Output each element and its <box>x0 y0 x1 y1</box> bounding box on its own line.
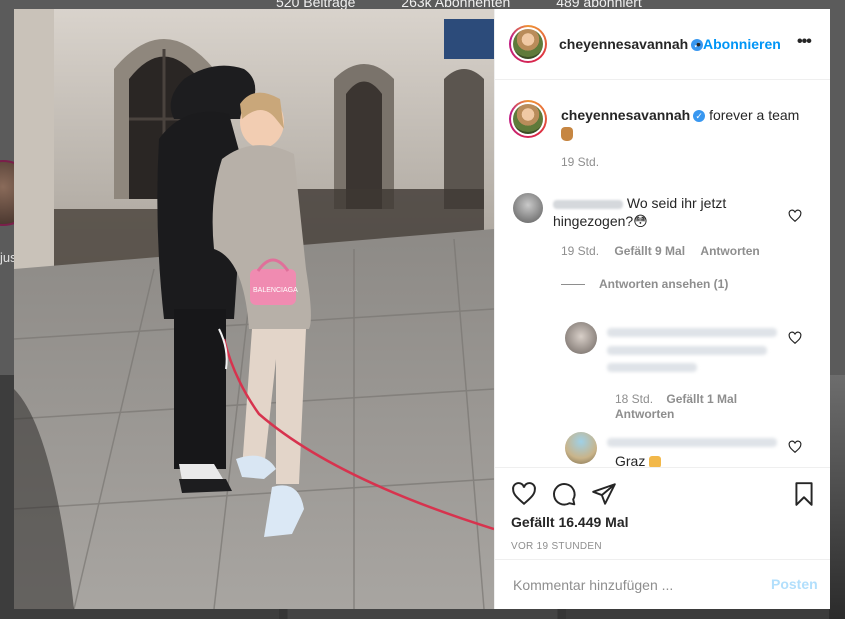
reply-text-redacted <box>607 328 777 337</box>
reply-like-heart-icon[interactable] <box>788 331 802 345</box>
reply-meta: 18 Std. Gefällt 1 Mal Antworten <box>615 392 747 422</box>
reply-likes[interactable]: Gefällt 1 Mal <box>666 392 737 406</box>
reply-text-redacted-line-2 <box>607 346 767 355</box>
hand-emoji-icon <box>561 127 573 142</box>
reply2-like-heart-icon[interactable] <box>788 440 802 454</box>
comment-likes[interactable]: Gefällt 9 Mal <box>614 244 685 258</box>
pray-emoji-icon <box>649 456 662 467</box>
view-replies-button[interactable]: Antworten ansehen (1) <box>561 277 728 291</box>
comment-avatar[interactable] <box>513 193 543 223</box>
follow-button[interactable]: Abonnieren <box>703 36 781 52</box>
author-avatar[interactable] <box>509 25 547 63</box>
reply-avatar[interactable] <box>565 322 597 354</box>
comment-reply-button[interactable]: Antworten <box>700 244 759 258</box>
post-timestamp[interactable]: VOR 19 STUNDEN <box>511 541 602 552</box>
caption-text: cheyennesavannah ✓ forever a team <box>561 106 801 142</box>
caption-body: forever a team <box>709 107 800 123</box>
comment-like-heart-icon[interactable] <box>788 209 802 223</box>
share-send-icon[interactable] <box>591 481 617 507</box>
caption-verified-badge-icon: ✓ <box>693 110 706 123</box>
reply2-avatar[interactable] <box>565 432 597 464</box>
likes-count[interactable]: Gefällt 16.449 Mal <box>511 514 629 530</box>
author-username[interactable]: cheyennesavannah ✓ <box>559 36 704 52</box>
caption-time[interactable]: 19 Std. <box>561 155 599 169</box>
caption-avatar[interactable] <box>509 100 547 138</box>
save-bookmark-icon[interactable] <box>791 481 817 507</box>
post-comment-button[interactable]: Posten <box>771 576 818 592</box>
view-replies-label[interactable]: Antworten ansehen (1) <box>599 277 728 291</box>
post-header: cheyennesavannah ✓ • Abonnieren ••• <box>495 9 830 80</box>
comment-text: Wo seid ihr jetzt hingezogen?😳 <box>553 194 773 230</box>
reply-reply-button[interactable]: Antworten <box>615 407 674 421</box>
background-post-tile <box>829 375 845 619</box>
comment-username-redacted[interactable] <box>553 199 623 209</box>
bag-logo-text: BALENCIAGA <box>253 287 298 294</box>
comment-meta: 19 Std. Gefällt 9 Mal Antworten <box>561 244 772 258</box>
comment-time[interactable]: 19 Std. <box>561 244 599 258</box>
more-options-icon[interactable]: ••• <box>797 33 812 51</box>
comments-section[interactable]: cheyennesavannah ✓ forever a team 19 Std.… <box>495 80 830 467</box>
caption-username[interactable]: cheyennesavannah <box>561 107 690 123</box>
header-separator: • <box>696 36 701 52</box>
comment-bubble-icon[interactable] <box>551 481 577 507</box>
like-heart-icon[interactable] <box>511 481 537 507</box>
reply2-text: Graz <box>615 453 662 467</box>
reply-time[interactable]: 18 Std. <box>615 392 653 406</box>
post-photo[interactable]: BALENCIAGA <box>14 9 494 609</box>
post-actions: Gefällt 16.449 Mal VOR 19 STUNDEN <box>495 467 830 559</box>
view-replies-line <box>561 284 585 286</box>
reply2-username-redacted <box>607 438 777 447</box>
post-side-panel: cheyennesavannah ✓ • Abonnieren ••• cheye… <box>494 9 830 609</box>
reply-text-redacted-line-3 <box>607 363 697 372</box>
comment-input[interactable] <box>511 573 755 597</box>
post-image: BALENCIAGA <box>14 9 494 609</box>
author-username-text[interactable]: cheyennesavannah <box>559 36 688 52</box>
reply2-body: Graz <box>615 453 646 467</box>
add-comment-bar: Posten <box>495 559 830 609</box>
